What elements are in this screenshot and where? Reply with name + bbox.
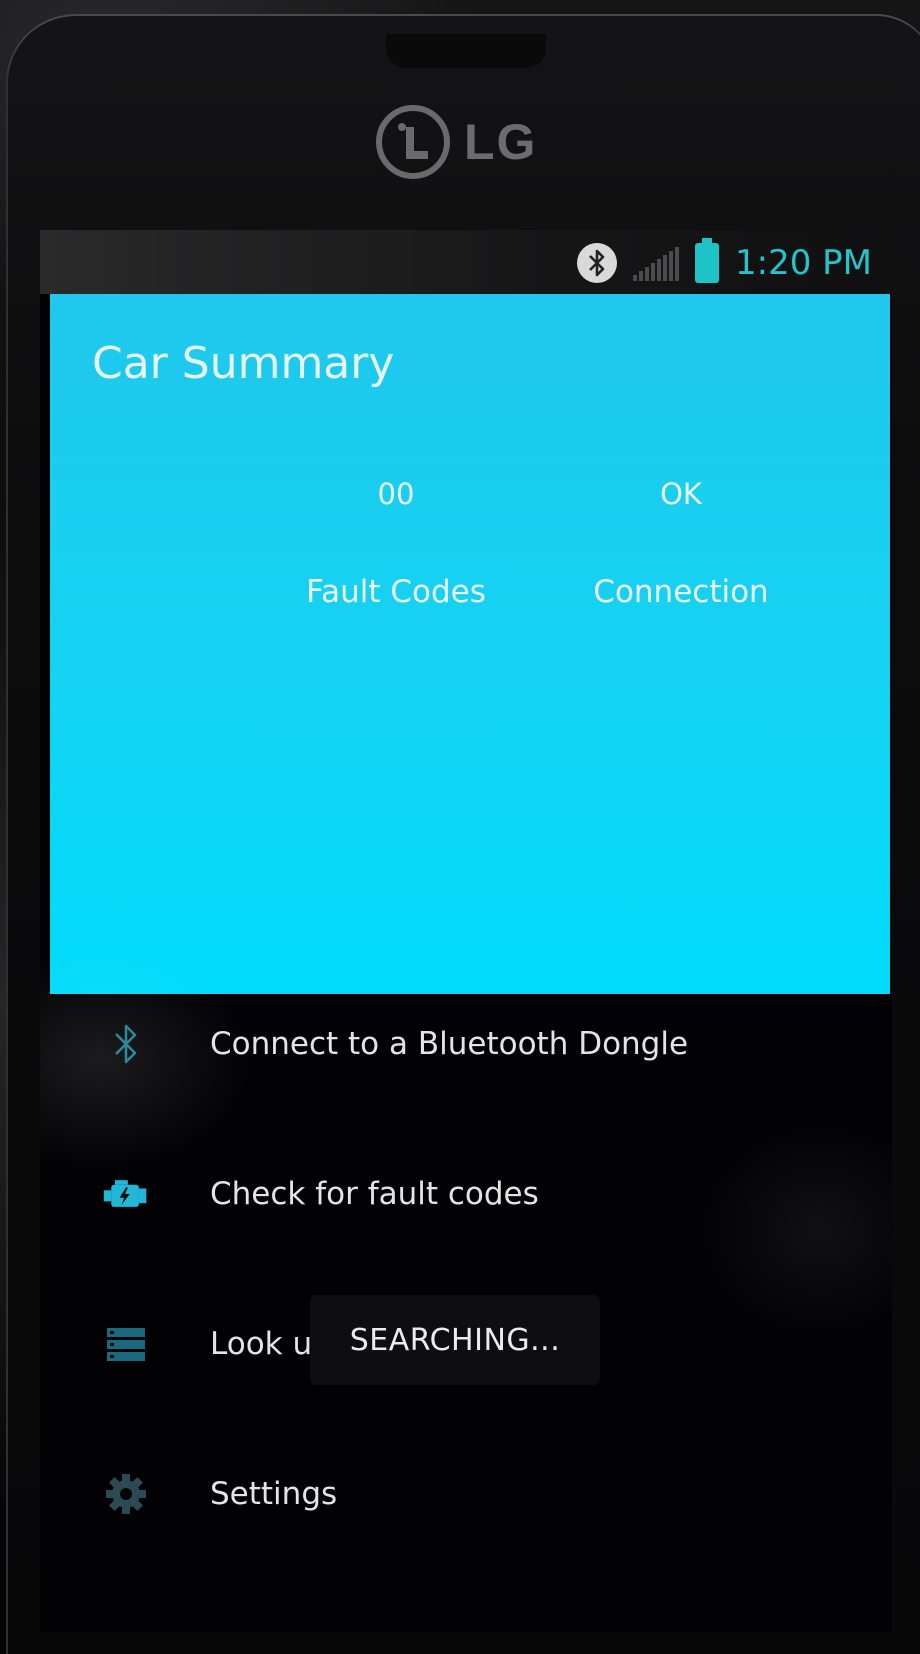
menu-item-label: Look u: [210, 1326, 313, 1362]
fault-codes-value: 00: [377, 477, 415, 511]
bluetooth-status-icon: [577, 243, 617, 283]
lg-logo-icon: [376, 105, 450, 179]
menu-item-label: Connect to a Bluetooth Dongle: [210, 1026, 689, 1062]
menu-item-label: Check for fault codes: [210, 1176, 539, 1212]
phone-screen: 1:20 PM Car Summary 00 Fault Codes OK Co…: [40, 230, 892, 1632]
fault-codes-label: Fault Codes: [306, 574, 486, 610]
menu-item-label: Settings: [210, 1476, 338, 1512]
connection-value: OK: [660, 477, 702, 511]
status-bar: 1:20 PM: [40, 230, 892, 294]
earpiece: [386, 34, 546, 68]
bluetooth-icon: [102, 1020, 150, 1068]
menu-item-settings[interactable]: Settings: [40, 1444, 892, 1544]
gear-icon: [102, 1470, 150, 1518]
menu-item-check-fault-codes[interactable]: Check for fault codes: [40, 1144, 892, 1244]
car-summary-card: Car Summary 00 Fault Codes OK Connection: [50, 294, 890, 994]
brand-logo: LG: [376, 104, 537, 180]
searching-toast: SEARCHING...: [310, 1295, 600, 1385]
card-title: Car Summary: [92, 338, 395, 389]
fault-codes-stat: 00 Fault Codes: [286, 474, 506, 612]
status-time: 1:20 PM: [735, 243, 872, 283]
battery-icon: [695, 238, 719, 283]
engine-icon: [102, 1170, 150, 1218]
status-icons: 1:20 PM: [577, 238, 872, 286]
signal-icon: [633, 245, 681, 281]
connection-stat: OK Connection: [566, 474, 796, 612]
list-icon: [102, 1320, 150, 1368]
menu-item-connect-bluetooth[interactable]: Connect to a Bluetooth Dongle: [40, 994, 892, 1094]
connection-label: Connection: [593, 574, 769, 610]
toast-text: SEARCHING...: [349, 1322, 561, 1358]
brand-name: LG: [464, 114, 538, 170]
